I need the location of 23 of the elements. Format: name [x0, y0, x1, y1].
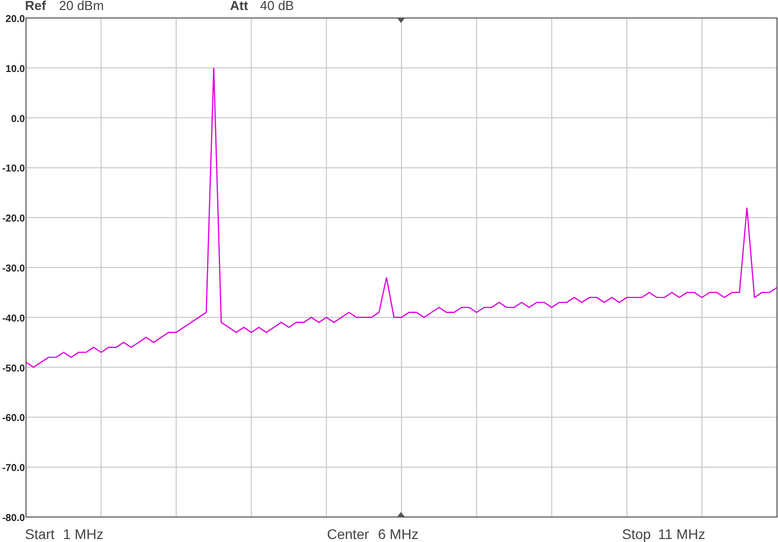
- axis-label: 20.0: [6, 14, 25, 25]
- axis-label: -30.0: [2, 264, 25, 274]
- axis-label: -10.0: [2, 164, 25, 175]
- axis-label: -60.0: [2, 413, 25, 424]
- footer-label: Start: [25, 526, 55, 542]
- footer-value: 11 MHz: [658, 526, 706, 542]
- axis-label: 0.0: [11, 114, 25, 125]
- header-value: 40 dB: [260, 0, 294, 13]
- marker-icon[interactable]: [397, 18, 405, 23]
- axis-label: -70.0: [2, 463, 25, 474]
- axis-label: 10.0: [6, 64, 25, 75]
- marker-icon[interactable]: [397, 512, 405, 517]
- axis-label: -80.0: [2, 513, 25, 524]
- footer-value: 6 MHz: [378, 526, 418, 542]
- axis-label: -50.0: [2, 363, 25, 374]
- header-label: Att: [230, 0, 248, 13]
- axis-label: -20.0: [2, 214, 25, 225]
- footer-value: 1 MHz: [63, 526, 104, 542]
- footer-label: Center: [327, 526, 370, 542]
- footer-label: Stop: [622, 526, 651, 542]
- axis-label: -40.0: [2, 313, 25, 324]
- header-value: 20 dBm: [59, 0, 104, 13]
- header-label: Ref: [25, 0, 46, 13]
